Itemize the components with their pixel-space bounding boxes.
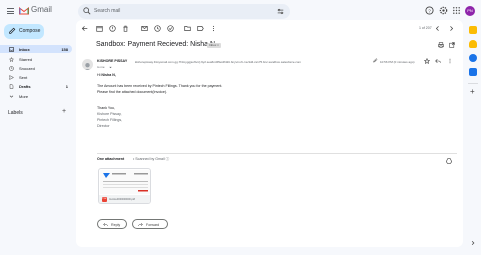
reply-button[interactable]: Reply: [97, 219, 127, 229]
email-subject: Sandbox: Payment Recieved: Nisha N: [96, 41, 216, 48]
compose-label: Compose: [19, 28, 41, 34]
chevron-down-icon: [9, 95, 14, 98]
more-options-icon[interactable]: [447, 58, 453, 64]
attachment-card[interactable]: PDF Invoice0000000000.pdf: [98, 168, 151, 204]
svg-text:?: ?: [428, 8, 431, 13]
drafts-count: 1: [65, 84, 68, 89]
sidebar-item-label: Snoozed: [19, 66, 35, 71]
scanned-note: • Scanned by Gmail ⓘ: [133, 157, 170, 161]
archive-icon[interactable]: [96, 25, 103, 32]
move-to-icon[interactable]: [184, 25, 191, 32]
star-icon: [9, 56, 14, 62]
sidebar-item-more[interactable]: More: [0, 92, 72, 100]
help-icon[interactable]: ?: [425, 6, 434, 15]
open-in-new-window-icon[interactable]: [449, 42, 455, 48]
reply-icon: [103, 222, 108, 227]
pencil-icon: [9, 27, 16, 34]
compose-button[interactable]: Compose: [4, 24, 44, 39]
back-arrow-icon[interactable]: [81, 25, 88, 32]
add-label-icon[interactable]: +: [62, 108, 66, 115]
signature-line: Kishore Pissay,: [97, 112, 122, 116]
inbox-label-badge[interactable]: Inbox ×: [207, 43, 221, 48]
greeting: Hi Nisha N,: [97, 73, 116, 77]
calendar-icon[interactable]: [469, 26, 477, 34]
attachment-clip-icon: [373, 58, 378, 63]
snooze-icon[interactable]: [154, 25, 161, 32]
signature-line: Pintech Fillings,: [97, 118, 123, 122]
add-addon-icon[interactable]: +: [470, 87, 475, 96]
sidebar-item-label: Starred: [19, 57, 33, 62]
signature-line: Director: [97, 124, 110, 128]
gmail-logo-icon[interactable]: [19, 6, 29, 15]
send-icon: [9, 74, 14, 80]
recipient-details[interactable]: to me: [97, 65, 105, 69]
labels-heading: Labels: [8, 110, 23, 116]
sender-email: kishorepissay.fntsysmail.com.gg.7f4myggj…: [135, 59, 302, 64]
divider: [97, 153, 457, 154]
unread-count: 158: [61, 47, 68, 52]
keep-icon[interactable]: [469, 40, 477, 48]
forward-label: Forward: [146, 222, 160, 227]
email-date: 10:56 PM (0 minutes ago): [380, 59, 415, 64]
forward-icon: [138, 222, 143, 227]
add-task-icon[interactable]: [167, 25, 174, 32]
mark-unread-icon[interactable]: [141, 25, 148, 32]
settings-gear-icon[interactable]: [439, 6, 448, 15]
sender-avatar[interactable]: [82, 59, 93, 70]
label-icon[interactable]: [197, 25, 204, 32]
sidebar-item-label: Sent: [19, 75, 28, 80]
person-icon: [84, 62, 91, 70]
print-icon[interactable]: [438, 42, 444, 48]
user-avatar[interactable]: PN: [465, 6, 475, 16]
star-icon[interactable]: [424, 58, 430, 64]
menu-icon[interactable]: [7, 8, 14, 14]
filter-options-icon[interactable]: [277, 8, 284, 15]
attachment-name-row: PDF Invoice0000000000.pdf: [99, 195, 150, 203]
forward-button[interactable]: Forward: [132, 219, 168, 229]
signature-line: Thank You,: [97, 106, 115, 110]
sender-name: KISHORE PISSAY: [97, 59, 128, 63]
report-spam-icon[interactable]: [109, 25, 116, 32]
body-line: The Amount has been received by Pintech …: [97, 84, 223, 88]
body-line: Please find the attached document(Invoic…: [97, 90, 168, 94]
chevron-left-icon[interactable]: [434, 25, 441, 32]
chevron-down-icon[interactable]: [109, 66, 112, 69]
contacts-icon[interactable]: [469, 68, 477, 76]
reply-icon[interactable]: [435, 58, 441, 64]
delete-icon[interactable]: [122, 25, 129, 32]
side-panel-rail: +: [465, 20, 481, 250]
search-input[interactable]: Search mail: [94, 8, 120, 14]
sidebar-item-inbox[interactable]: Inbox 158: [0, 45, 72, 53]
attachment-file-name: Invoice0000000000.pdf: [109, 198, 135, 201]
chevron-right-icon[interactable]: [448, 25, 455, 32]
reply-label: Reply: [111, 222, 121, 227]
attachment-thumbnail: [100, 170, 150, 194]
file-icon: [9, 83, 14, 89]
attachments-title: One attachment: [97, 157, 125, 161]
sidebar-item-label: Inbox: [19, 47, 30, 52]
divider: [468, 83, 478, 84]
sidebar-item-label: Drafts: [19, 84, 31, 89]
pdf-icon: PDF: [102, 197, 107, 202]
app-name: Gmail: [31, 5, 52, 14]
sidebar-item-snoozed[interactable]: Snoozed: [0, 64, 72, 72]
add-to-drive-icon[interactable]: [446, 158, 452, 164]
inbox-icon: [9, 46, 14, 52]
sidebar-item-drafts[interactable]: Drafts 1: [0, 82, 72, 90]
chevron-right-icon[interactable]: [470, 240, 476, 246]
sidebar-item-label: More: [19, 94, 29, 99]
search-icon[interactable]: [83, 7, 91, 15]
sidebar-item-sent[interactable]: Sent: [0, 73, 72, 81]
search-bar[interactable]: Search mail: [78, 4, 290, 19]
email-view: 1 of 207 Sandbox: Payment Recieved: Nish…: [76, 20, 463, 247]
sidebar-item-starred[interactable]: Starred: [0, 55, 72, 63]
apps-grid-icon[interactable]: [452, 6, 461, 15]
pagination-count: 1 of 207: [419, 26, 432, 30]
more-options-icon[interactable]: [210, 25, 217, 32]
tasks-icon[interactable]: [469, 54, 477, 62]
clock-icon: [9, 65, 14, 71]
